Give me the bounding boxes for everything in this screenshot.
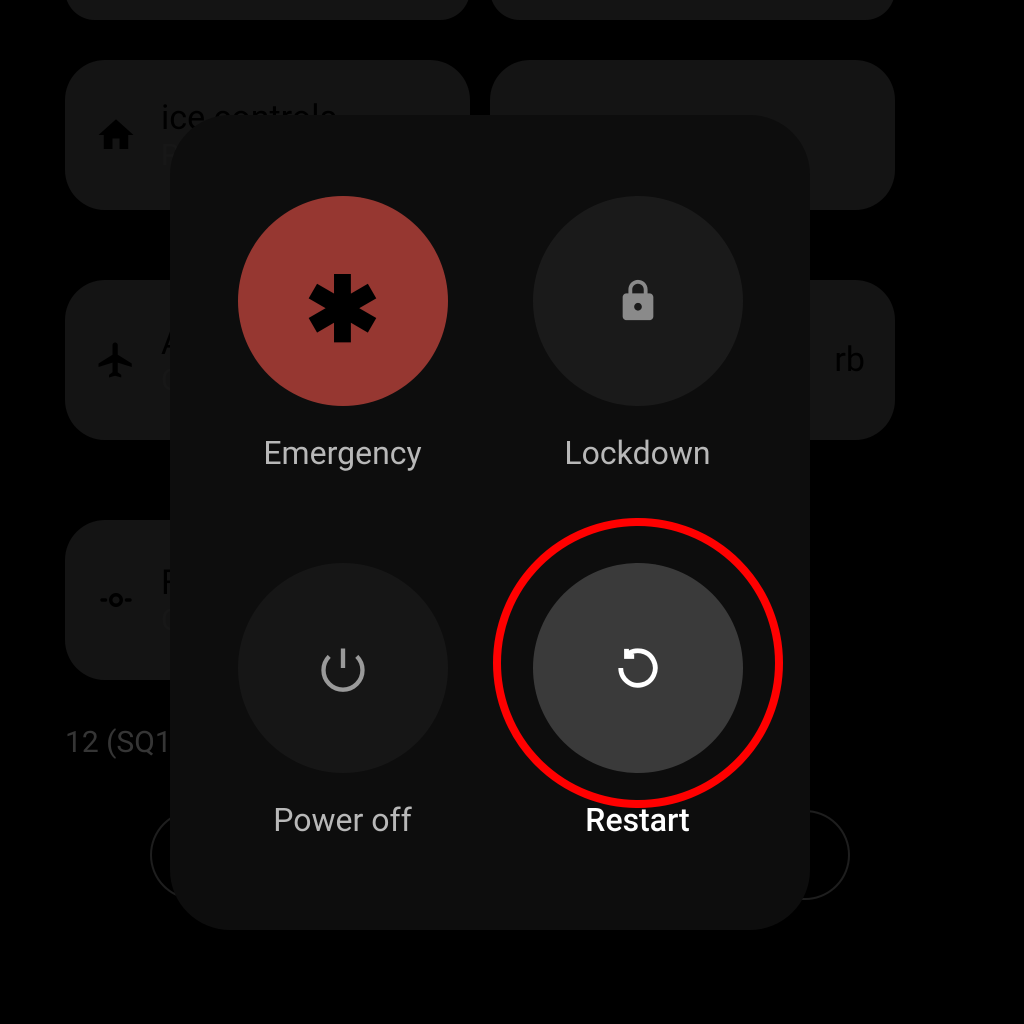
airplane-icon (95, 339, 137, 381)
asterisk-icon: ✱ (305, 266, 380, 356)
lockdown-button[interactable]: Lockdown (495, 165, 780, 503)
lockdown-label: Lockdown (564, 434, 710, 472)
bg-tile (65, 0, 470, 20)
restart-circle (533, 563, 743, 773)
emergency-button[interactable]: ✱ Emergency (200, 165, 485, 503)
restart-icon (615, 645, 661, 691)
bg-tile (490, 0, 895, 20)
lock-icon (615, 278, 661, 324)
home-icon (95, 114, 137, 156)
restart-label: Restart (585, 801, 689, 839)
focus-icon (95, 579, 137, 621)
restart-button[interactable]: Restart (495, 533, 780, 871)
tile-title: rb (834, 340, 865, 380)
version-text: 12 (SQ1 (65, 725, 172, 760)
power-icon (317, 642, 369, 694)
emergency-label: Emergency (263, 434, 421, 472)
poweroff-circle (238, 563, 448, 773)
power-menu: ✱ Emergency Lockdown Power off (170, 115, 810, 930)
poweroff-button[interactable]: Power off (200, 533, 485, 871)
lockdown-circle (533, 196, 743, 406)
poweroff-label: Power off (273, 801, 412, 839)
emergency-circle: ✱ (238, 196, 448, 406)
